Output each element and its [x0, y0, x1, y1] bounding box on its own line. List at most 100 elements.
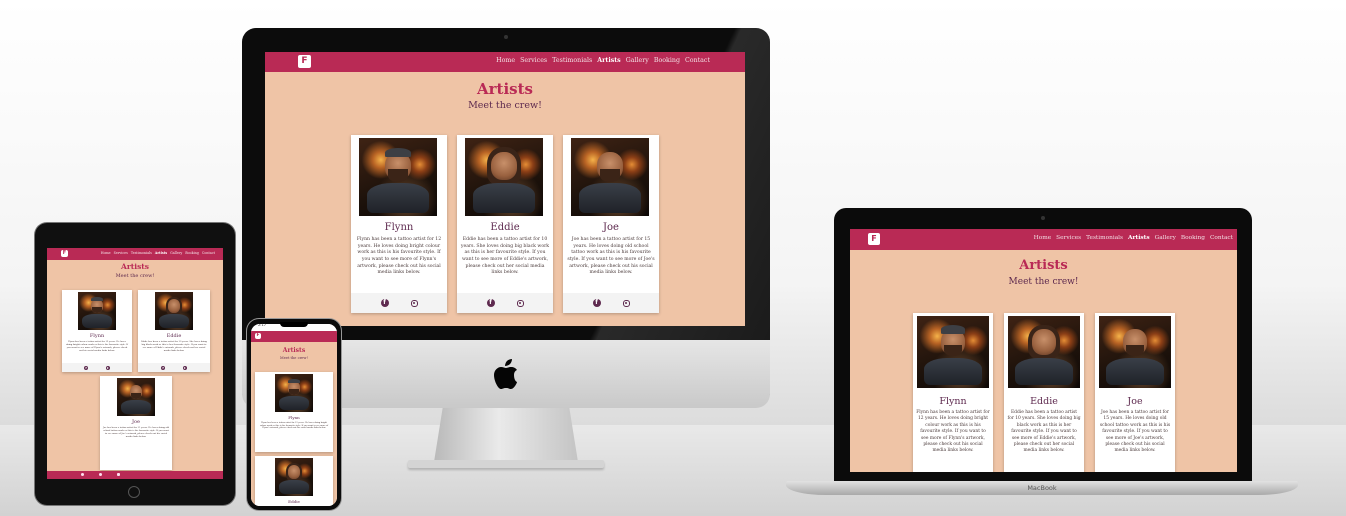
artist-card-joe: Joe Joe has been a tattoo artist for 15 … — [563, 135, 659, 313]
artist-name: Eddie — [288, 499, 300, 504]
artist-description: Flynn has been a tattoo artist for 12 ye… — [356, 237, 442, 276]
artist-description: Flynn has been a tattoo artist for 12 ye… — [259, 422, 329, 430]
tablet-screen: F Home Services Testimonials Artists Gal… — [47, 248, 223, 479]
artist-name: Flynn — [939, 396, 967, 407]
artist-photo — [465, 138, 543, 216]
nav-home[interactable]: Home — [1034, 235, 1051, 241]
nav-booking[interactable]: Booking — [1181, 235, 1205, 241]
artist-photo — [117, 378, 155, 416]
instagram-icon[interactable] — [516, 299, 524, 307]
nav-contact[interactable]: Contact — [202, 251, 215, 255]
artist-description: Joe has been a tattoo artist for 15 year… — [1099, 410, 1171, 454]
artist-photo — [917, 316, 989, 388]
page-title: Artists — [282, 347, 306, 354]
artist-card-joe: Joe Joe has been a tattoo artist for 15 … — [100, 376, 172, 470]
artist-name: Eddie — [166, 333, 182, 339]
artist-name: Joe — [603, 222, 619, 233]
camera-icon — [504, 35, 508, 39]
artist-description: Joe has been a tattoo artist for 15 year… — [102, 426, 170, 438]
artist-description: Eddie has been a tattoo artist for 10 ye… — [1007, 410, 1081, 454]
artist-card-flynn: Flynn Flynn has been a tattoo artist for… — [351, 135, 447, 313]
desktop-screen: F Home Services Testimonials Artists Gal… — [265, 52, 745, 326]
imac-stand — [434, 408, 578, 462]
artist-photo — [1099, 316, 1171, 388]
nav-services[interactable]: Services — [1056, 235, 1081, 241]
facebook-icon[interactable]: f — [592, 299, 601, 307]
nav-testimonials[interactable]: Testimonials — [552, 57, 592, 64]
nav-contact[interactable]: Contact — [1210, 235, 1233, 241]
artist-name: Joe — [132, 419, 140, 425]
artist-name: Eddie — [1030, 396, 1058, 407]
artist-photo — [571, 138, 649, 216]
camera-icon — [1041, 216, 1045, 220]
nav-links: Home Services Testimonials Artists Galle… — [491, 57, 710, 64]
nav-artists[interactable]: Artists — [1128, 235, 1150, 241]
artist-card-flynn: Flynn Flynn has been a tattoo artist for… — [62, 290, 132, 372]
card-footer: f — [62, 363, 132, 372]
nav-testimonials[interactable]: Testimonials — [1086, 235, 1123, 241]
laptop-label: MacBook — [1027, 484, 1057, 492]
artist-photo — [1008, 316, 1080, 388]
navbar: F Home Services Testimonials Artists Gal… — [265, 52, 745, 72]
page-subtitle: Meet the crew! — [115, 273, 155, 279]
artist-card-eddie: Eddie — [255, 456, 333, 506]
artist-card-eddie: Eddie Eddie has been a tattoo artist for… — [1004, 313, 1084, 472]
nav-testimonials[interactable]: Testimonials — [131, 251, 152, 255]
artist-card-flynn: Flynn Flynn has been a tattoo artist for… — [913, 313, 993, 472]
nav-services[interactable]: Services — [520, 57, 547, 64]
nav-booking[interactable]: Booking — [654, 57, 680, 64]
artist-description: Flynn has been a tattoo artist for 12 ye… — [916, 410, 990, 454]
artist-name: Flynn — [384, 222, 414, 233]
artist-description: Eddie has been a tattoo artist for 10 ye… — [141, 340, 207, 352]
artist-name: Flynn — [288, 415, 300, 420]
nav-gallery[interactable]: Gallery — [626, 57, 649, 64]
nav-gallery[interactable]: Gallery — [1155, 235, 1176, 241]
phone-notch — [280, 322, 308, 327]
artist-photo — [359, 138, 437, 216]
nav-home[interactable]: Home — [496, 57, 515, 64]
twitter-icon[interactable] — [99, 473, 102, 476]
instagram-icon[interactable] — [622, 299, 630, 307]
card-footer: f — [457, 293, 553, 313]
facebook-icon[interactable]: f — [486, 299, 495, 307]
nav-gallery[interactable]: Gallery — [170, 251, 182, 255]
page-title: Artists — [121, 262, 149, 271]
artist-description: Joe has been a tattoo artist for 15 year… — [567, 237, 655, 276]
home-button[interactable] — [128, 486, 140, 498]
page-title: Artists — [477, 80, 533, 98]
navbar: F Home Services Testimonials Artists Gal… — [47, 248, 223, 260]
apple-logo-icon — [493, 358, 519, 390]
laptop-screen: F Home Services Testimonials Artists Gal… — [850, 229, 1237, 472]
nav-artists[interactable]: Artists — [597, 57, 621, 64]
facebook-icon[interactable] — [81, 473, 84, 476]
facebook-icon[interactable]: f — [84, 365, 88, 370]
site-logo[interactable]: F — [255, 333, 261, 339]
nav-services[interactable]: Services — [114, 251, 128, 255]
page-subtitle: Meet the crew! — [468, 100, 542, 111]
site-logo[interactable]: F — [61, 250, 68, 257]
instagram-icon[interactable] — [410, 299, 418, 307]
nav-contact[interactable]: Contact — [685, 57, 710, 64]
instagram-icon[interactable] — [183, 365, 187, 370]
facebook-icon[interactable]: f — [380, 299, 389, 307]
page-subtitle: Meet the crew! — [1008, 277, 1079, 287]
card-footer: f — [138, 363, 210, 372]
site-footer — [47, 471, 223, 479]
artist-photo — [275, 374, 313, 412]
artist-name: Flynn — [89, 333, 105, 339]
phone-time: 2:17 — [258, 323, 267, 327]
nav-booking[interactable]: Booking — [185, 251, 199, 255]
instagram-icon[interactable] — [106, 365, 110, 370]
instagram-icon[interactable] — [117, 473, 120, 476]
artist-card-eddie: Eddie Eddie has been a tattoo artist for… — [457, 135, 553, 313]
page-subtitle: Meet the crew! — [280, 356, 308, 360]
facebook-icon[interactable]: f — [161, 365, 165, 370]
page-title: Artists — [1019, 258, 1068, 273]
navbar: F — [251, 331, 337, 342]
nav-home[interactable]: Home — [101, 251, 111, 255]
site-logo[interactable]: F — [868, 233, 880, 245]
site-logo[interactable]: F — [298, 55, 311, 68]
nav-artists[interactable]: Artists — [155, 251, 167, 255]
artist-card-flynn: Flynn Flynn has been a tattoo artist for… — [255, 372, 333, 452]
artist-description: Flynn has been a tattoo artist for 12 ye… — [66, 340, 128, 352]
